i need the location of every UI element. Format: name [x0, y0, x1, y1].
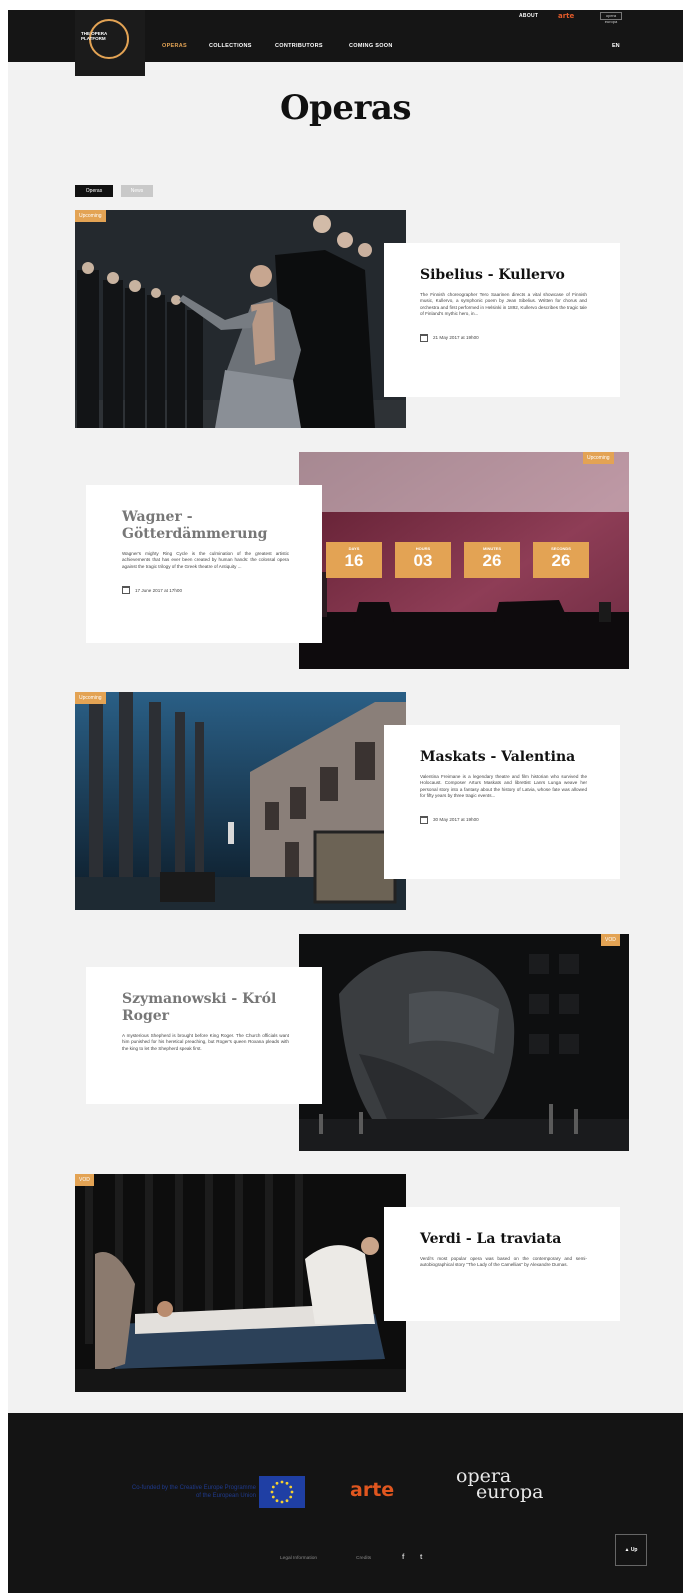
- language-switch[interactable]: EN: [612, 43, 620, 49]
- nav-operas[interactable]: OPERAS: [162, 43, 187, 49]
- countdown-hours: HOURS 03: [395, 542, 451, 578]
- status-badge-upcoming: Upcoming: [583, 452, 614, 464]
- page-title: Operas: [279, 88, 412, 128]
- logo-text: The Opera Platform: [81, 31, 108, 41]
- arte-logo[interactable]: arte: [350, 1479, 394, 1501]
- status-badge-vod: VOD: [75, 1174, 94, 1186]
- about-link[interactable]: ABOUT: [519, 13, 538, 19]
- tab-operas[interactable]: Operas: [75, 185, 113, 197]
- countdown-value: 26: [482, 551, 502, 570]
- status-badge-vod: VOD: [601, 934, 620, 946]
- countdown-value: 03: [413, 551, 433, 570]
- countdown-minutes: MINUTES 26: [464, 542, 520, 578]
- opera-card-la-traviata[interactable]: Verdi - La traviata Verdi's most popular…: [384, 1207, 620, 1321]
- card-title[interactable]: Maskats - Valentina: [420, 749, 587, 766]
- card-description: A mysterious Shepherd is brought before …: [122, 1033, 289, 1051]
- footer: Co-funded by the Creative Europe Program…: [8, 1413, 683, 1593]
- card-date: 30 May 2017 at 19h00: [420, 815, 587, 824]
- countdown-value: 16: [344, 551, 364, 570]
- card-date: 21 May 2017 at 19h00: [420, 333, 587, 342]
- calendar-icon: [420, 333, 428, 342]
- countdown-value: 26: [551, 551, 571, 570]
- card-description: Valentina Freimane is a legendary theatr…: [420, 774, 587, 799]
- card-date-text: 21 May 2017 at 19h00: [433, 335, 479, 341]
- opera-card-krol-roger[interactable]: Szymanowski - Król Roger A mysterious Sh…: [86, 967, 322, 1104]
- legal-information-link[interactable]: Legal Information: [280, 1556, 317, 1561]
- card-description: Wagner's mighty Ring Cycle is the culmin…: [122, 551, 289, 569]
- facebook-icon[interactable]: f: [402, 1554, 404, 1561]
- calendar-icon: [420, 815, 428, 824]
- countdown-days: DAYS 16: [326, 542, 382, 578]
- credits-link[interactable]: Credits: [356, 1556, 371, 1561]
- calendar-icon: [122, 586, 130, 595]
- card-description: Verdi's most popular opera was based on …: [420, 1256, 587, 1268]
- card-title[interactable]: Wagner - Götterdämmerung: [122, 509, 289, 543]
- nav-collections[interactable]: COLLECTIONS: [209, 43, 252, 49]
- la-traviata-image[interactable]: [75, 1174, 406, 1392]
- status-badge-upcoming: Upcoming: [75, 692, 106, 704]
- opera-card-valentina[interactable]: Maskats - Valentina Valentina Freimane i…: [384, 725, 620, 879]
- status-badge-upcoming: Upcoming: [75, 210, 106, 222]
- nav-contributors[interactable]: CONTRIBUTORS: [275, 43, 323, 49]
- opera-card-kullervo[interactable]: Sibelius - Kullervo The Finnish choreogr…: [384, 243, 620, 397]
- card-date-text: 17 June 2017 at 17h00: [135, 587, 183, 593]
- countdown-timer: DAYS 16 HOURS 03 MINUTES 26 SECONDS 26: [326, 542, 589, 578]
- opera-card-gotterdammerung[interactable]: Wagner - Götterdämmerung Wagner's mighty…: [86, 485, 322, 643]
- opera-europa-logo[interactable]: opera europa: [456, 1467, 544, 1502]
- page: ABOUT arte opera europa The Opera Platfo…: [8, 10, 683, 1593]
- card-title[interactable]: Verdi - La traviata: [420, 1231, 587, 1248]
- twitter-icon[interactable]: t: [420, 1554, 422, 1561]
- tab-news[interactable]: News: [121, 185, 153, 197]
- card-date-text: 30 May 2017 at 19h00: [433, 817, 479, 823]
- opera-platform-logo[interactable]: The Opera Platform: [75, 10, 145, 76]
- back-to-top-button[interactable]: ▲ Up: [615, 1534, 647, 1566]
- eu-flag-icon[interactable]: [259, 1476, 305, 1508]
- eu-cofund-text: Co-funded by the Creative Europe Program…: [131, 1485, 256, 1499]
- arte-top-logo[interactable]: arte: [558, 12, 574, 20]
- nav-coming-soon[interactable]: COMING SOON: [349, 43, 393, 49]
- countdown-seconds: SECONDS 26: [533, 542, 589, 578]
- card-title[interactable]: Sibelius - Kullervo: [420, 267, 587, 284]
- card-date: 17 June 2017 at 17h00: [122, 586, 289, 595]
- card-title[interactable]: Szymanowski - Król Roger: [122, 991, 289, 1025]
- valentina-image[interactable]: [75, 692, 406, 910]
- krol-roger-image[interactable]: [299, 934, 629, 1151]
- card-description: The Finnish choreographer Tero Saarinen …: [420, 292, 587, 317]
- opera-europa-top-logo[interactable]: opera europa: [600, 12, 622, 24]
- kullervo-image[interactable]: [75, 210, 406, 428]
